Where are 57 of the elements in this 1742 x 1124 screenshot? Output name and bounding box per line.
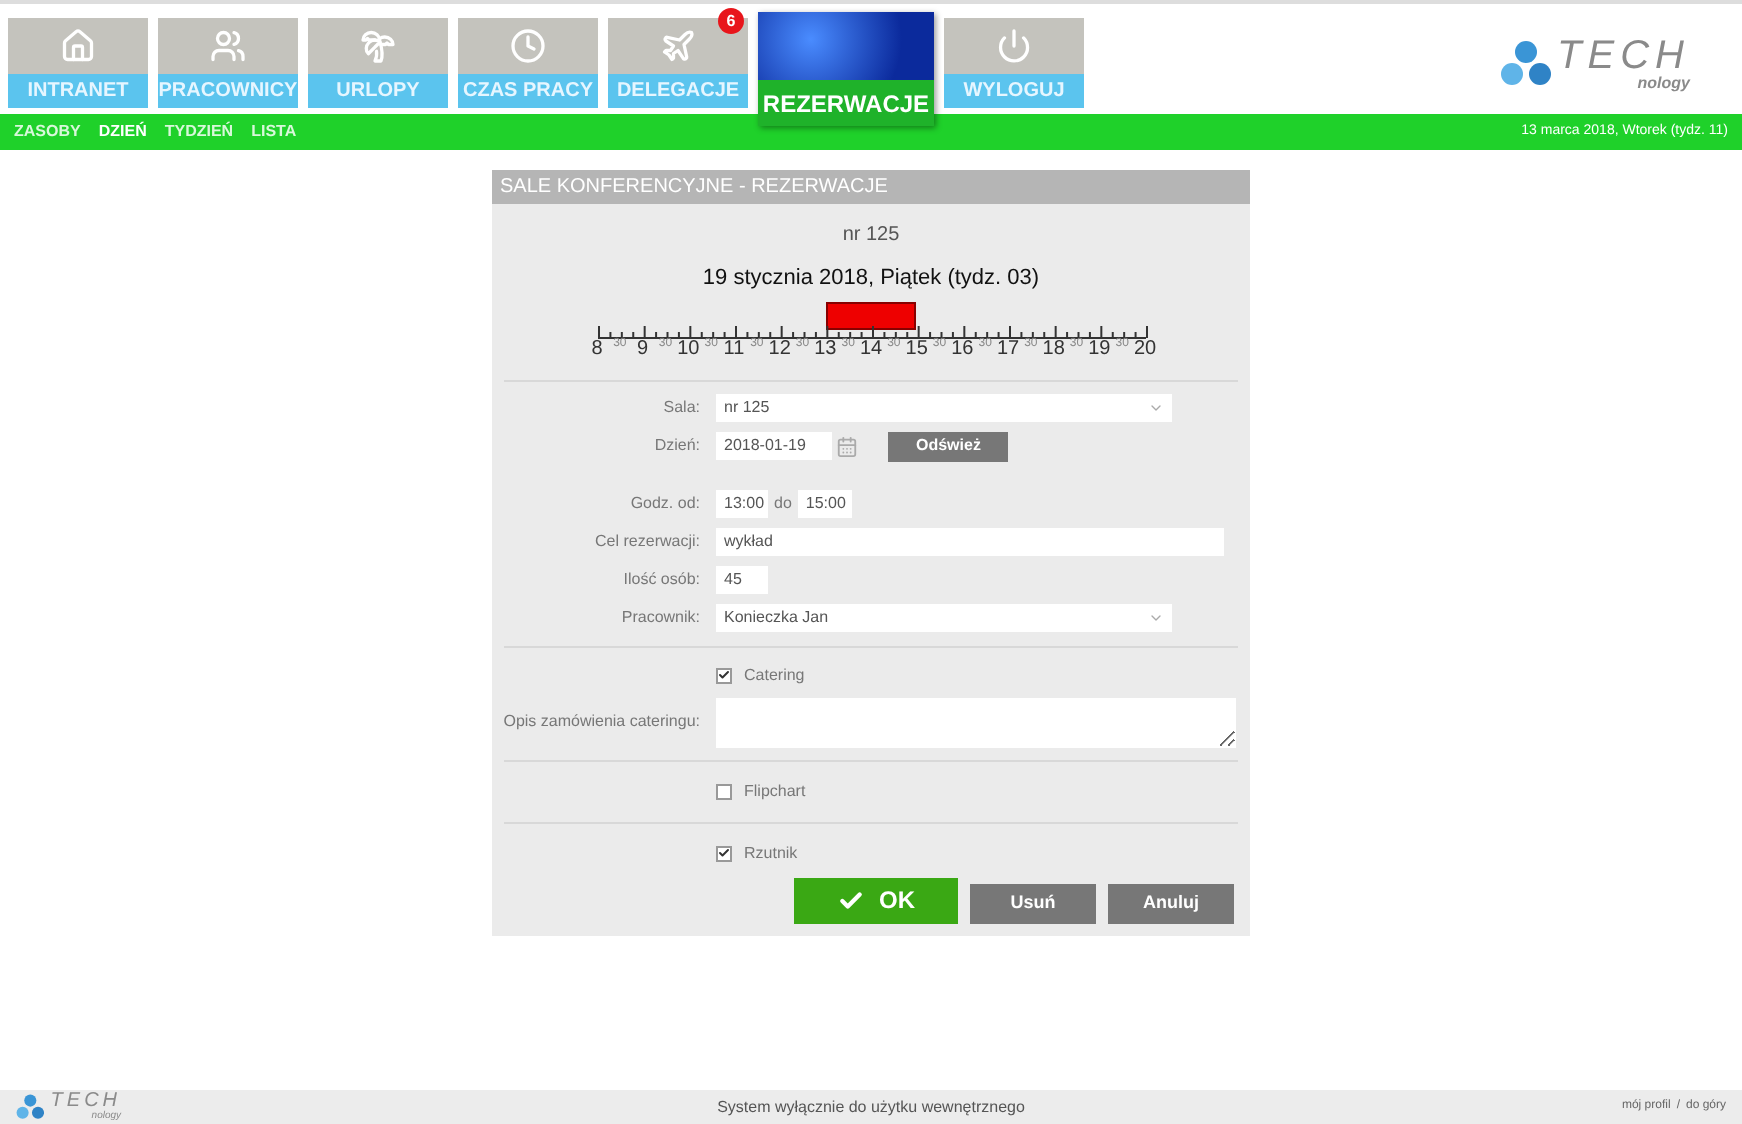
checkbox[interactable] (716, 783, 732, 799)
purpose-field[interactable]: wykład (716, 527, 1224, 555)
date-field[interactable]: 2018-01-19 (716, 432, 832, 460)
hour-label: 13 (814, 339, 837, 359)
people-count-field[interactable]: 45 (716, 565, 768, 593)
date-heading: 19 stycznia 2018, Piątek (tydz. 03) (700, 264, 1042, 294)
calendar-icon[interactable] (836, 435, 858, 457)
hour-label: 11 (723, 339, 745, 359)
field-label: Godz. od: (628, 491, 700, 515)
field-label: Cel rezerwacji: (593, 529, 700, 553)
house-icon (60, 28, 96, 64)
checkmark-icon (837, 887, 863, 913)
time-to-field[interactable]: 15:00 (797, 489, 852, 517)
checkbox-label: Rzutnik (744, 841, 798, 865)
checkmark-icon (718, 846, 730, 860)
hour-label: 8 (591, 339, 603, 359)
catering-note-field[interactable] (716, 697, 1236, 747)
room-name: nr 125 (840, 222, 902, 250)
field-label: Dzień: (652, 434, 700, 458)
delete-button[interactable]: Usuń (970, 883, 1096, 923)
cancel-button[interactable]: Anuluj (1108, 883, 1234, 923)
hour-label: 19 (1088, 339, 1111, 359)
hour-label: 9 (637, 339, 649, 359)
reservation-bar (825, 301, 917, 329)
hour-label: 20 (1133, 339, 1157, 359)
checkbox[interactable] (716, 845, 732, 861)
people-icon (210, 28, 246, 64)
hour-label: 18 (1042, 339, 1065, 359)
panel-title: SALE KONFERENCYJNE - REZERWACJE (492, 170, 1250, 204)
refresh-button[interactable]: Odśwież (888, 431, 1009, 461)
palm-tree-icon (360, 28, 396, 64)
nav-tab[interactable]: REZERWACJE (758, 12, 934, 126)
hour-label: 14 (859, 339, 883, 359)
plane-icon (660, 28, 696, 64)
time-from-field[interactable]: 13:00 (716, 489, 768, 517)
field-label: Opis zamówienia cateringu: (501, 710, 700, 734)
checkbox-label: Catering (744, 663, 805, 687)
field-label: Sala: (661, 395, 700, 419)
hour-label: 16 (951, 339, 974, 359)
company-logo: TECH nology (1499, 36, 1690, 92)
footer-notice: System wyłącznie do użytku wewnętrznego (715, 1095, 1027, 1119)
ok-button[interactable]: OK (794, 877, 958, 923)
hour-label: 15 (905, 339, 928, 359)
hour-label: 17 (996, 339, 1020, 359)
notification-badge: 6 (718, 8, 744, 34)
time-separator: do (774, 491, 792, 515)
hour-label: 10 (677, 339, 700, 359)
checkbox-label: Flipchart (744, 779, 806, 803)
employee-select[interactable]: Konieczka Jan (716, 603, 1172, 631)
hour-label: 12 (768, 339, 791, 359)
field-label: Ilość osób: (621, 567, 700, 591)
power-icon (996, 28, 1032, 64)
field-label: Pracownik: (619, 605, 700, 629)
clock-icon (510, 28, 546, 64)
room-select[interactable]: nr 125 (716, 393, 1172, 421)
checkbox[interactable] (716, 667, 732, 683)
checkmark-icon (718, 668, 730, 682)
